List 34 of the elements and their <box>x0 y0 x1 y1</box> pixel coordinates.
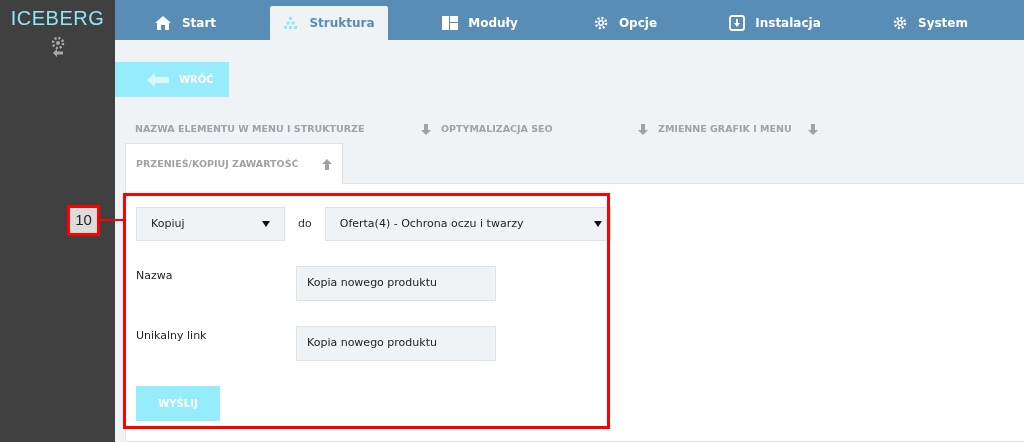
text-input[interactable]: Kopia nowego produktu <box>296 326 496 361</box>
house-icon <box>153 15 172 31</box>
download-box-icon <box>729 15 746 31</box>
arrow-left-icon <box>147 72 169 87</box>
nav-tab[interactable]: Moduły <box>430 6 530 40</box>
gear-arrow-icon[interactable] <box>49 36 66 58</box>
callout-line <box>99 219 124 221</box>
target-select[interactable]: Oferta(4) - Ochrona oczu i twarzy <box>324 207 611 241</box>
field-label: Unikalny link <box>136 328 208 344</box>
connector-label: do <box>298 215 312 232</box>
arrow-down-icon <box>638 123 648 135</box>
dots-icon <box>283 16 300 30</box>
arrow-up-icon <box>322 158 332 170</box>
gear-icon <box>592 15 609 31</box>
caret-icon <box>593 220 602 228</box>
nav-tab[interactable]: Instalacja <box>720 6 830 40</box>
gear-icon <box>892 15 908 31</box>
section-header[interactable]: NAZWA ELEMENTU W MENU I STRUKTURZE <box>135 121 441 137</box>
nav-tab[interactable]: System <box>880 6 980 40</box>
logo[interactable]: ICEBERG <box>10 8 105 28</box>
text-input[interactable]: Kopia nowego produktu <box>296 266 496 301</box>
nav-tab[interactable]: Struktura <box>270 6 388 40</box>
section-header[interactable]: ZMIENNE GRAFIK I MENU <box>658 121 828 137</box>
nav-tab[interactable]: Start <box>130 6 240 40</box>
arrow-down-icon <box>808 123 818 135</box>
nav-tab[interactable]: Opcje <box>580 6 670 40</box>
action-select[interactable]: Kopiuj <box>136 207 285 241</box>
layout-icon <box>442 16 459 30</box>
field-label: Nazwa <box>136 268 174 284</box>
section-tab[interactable]: PRZENIEŚ/KOPIUJ ZAWARTOŚĆ <box>125 143 343 184</box>
callout-label: 10 <box>67 205 100 236</box>
arrow-down-icon <box>421 123 431 135</box>
caret-icon <box>262 220 270 228</box>
section-header[interactable]: OPTYMALIZACJA SEO <box>441 121 658 137</box>
